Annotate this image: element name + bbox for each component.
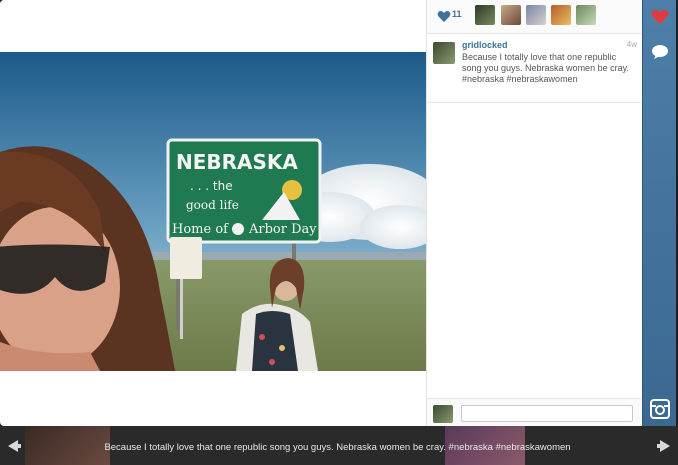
svg-text:good life: good life	[186, 198, 239, 212]
heart-icon	[651, 9, 668, 24]
photo-image: NEBRASKA . . . the good life Home of Arb…	[0, 52, 426, 371]
photo-modal: NEBRASKA . . . the good life Home of Arb…	[0, 0, 642, 426]
filmstrip-caption: Because I totally love that one republic…	[104, 442, 571, 453]
liker-avatar[interactable]	[475, 5, 495, 25]
instagram-button[interactable]	[646, 395, 673, 422]
caption-text: Because I totally love that one republic…	[462, 52, 629, 84]
sign-title: NEBRASKA	[176, 150, 298, 174]
left-arrow-icon[interactable]	[2, 436, 22, 456]
main-photo[interactable]: NEBRASKA . . . the good life Home of Arb…	[0, 52, 426, 371]
caption-timestamp: 4w	[626, 40, 637, 49]
svg-text:. . . the: . . . the	[190, 179, 233, 193]
caption-block: gridlocked 4w Because I totally love tha…	[427, 34, 642, 103]
liker-avatar[interactable]	[501, 5, 521, 25]
likes-bar: 11	[427, 0, 642, 34]
like-count[interactable]: 11	[452, 9, 462, 19]
caption-username[interactable]: gridlocked	[462, 40, 508, 50]
svg-text:Arbor Day: Arbor Day	[248, 222, 317, 237]
bottom-filmstrip: Because I totally love that one republic…	[0, 426, 678, 465]
comment-input[interactable]	[461, 405, 633, 422]
avatar[interactable]	[433, 42, 455, 64]
comment-bubble-icon	[651, 44, 668, 59]
action-rail	[642, 0, 676, 426]
liker-avatar[interactable]	[526, 5, 546, 25]
liker-avatar[interactable]	[576, 5, 596, 25]
comment-bar	[427, 398, 642, 426]
instagram-camera-icon	[649, 398, 670, 419]
avatar	[433, 405, 453, 423]
liker-avatar[interactable]	[551, 5, 571, 25]
like-button[interactable]	[646, 3, 673, 30]
comment-button[interactable]	[646, 38, 673, 65]
heart-icon[interactable]	[437, 10, 451, 23]
right-arrow-icon[interactable]	[656, 436, 676, 456]
details-panel: 11 gridlocked 4w Because I totally love …	[426, 0, 642, 426]
svg-text:Home of: Home of	[172, 222, 229, 237]
